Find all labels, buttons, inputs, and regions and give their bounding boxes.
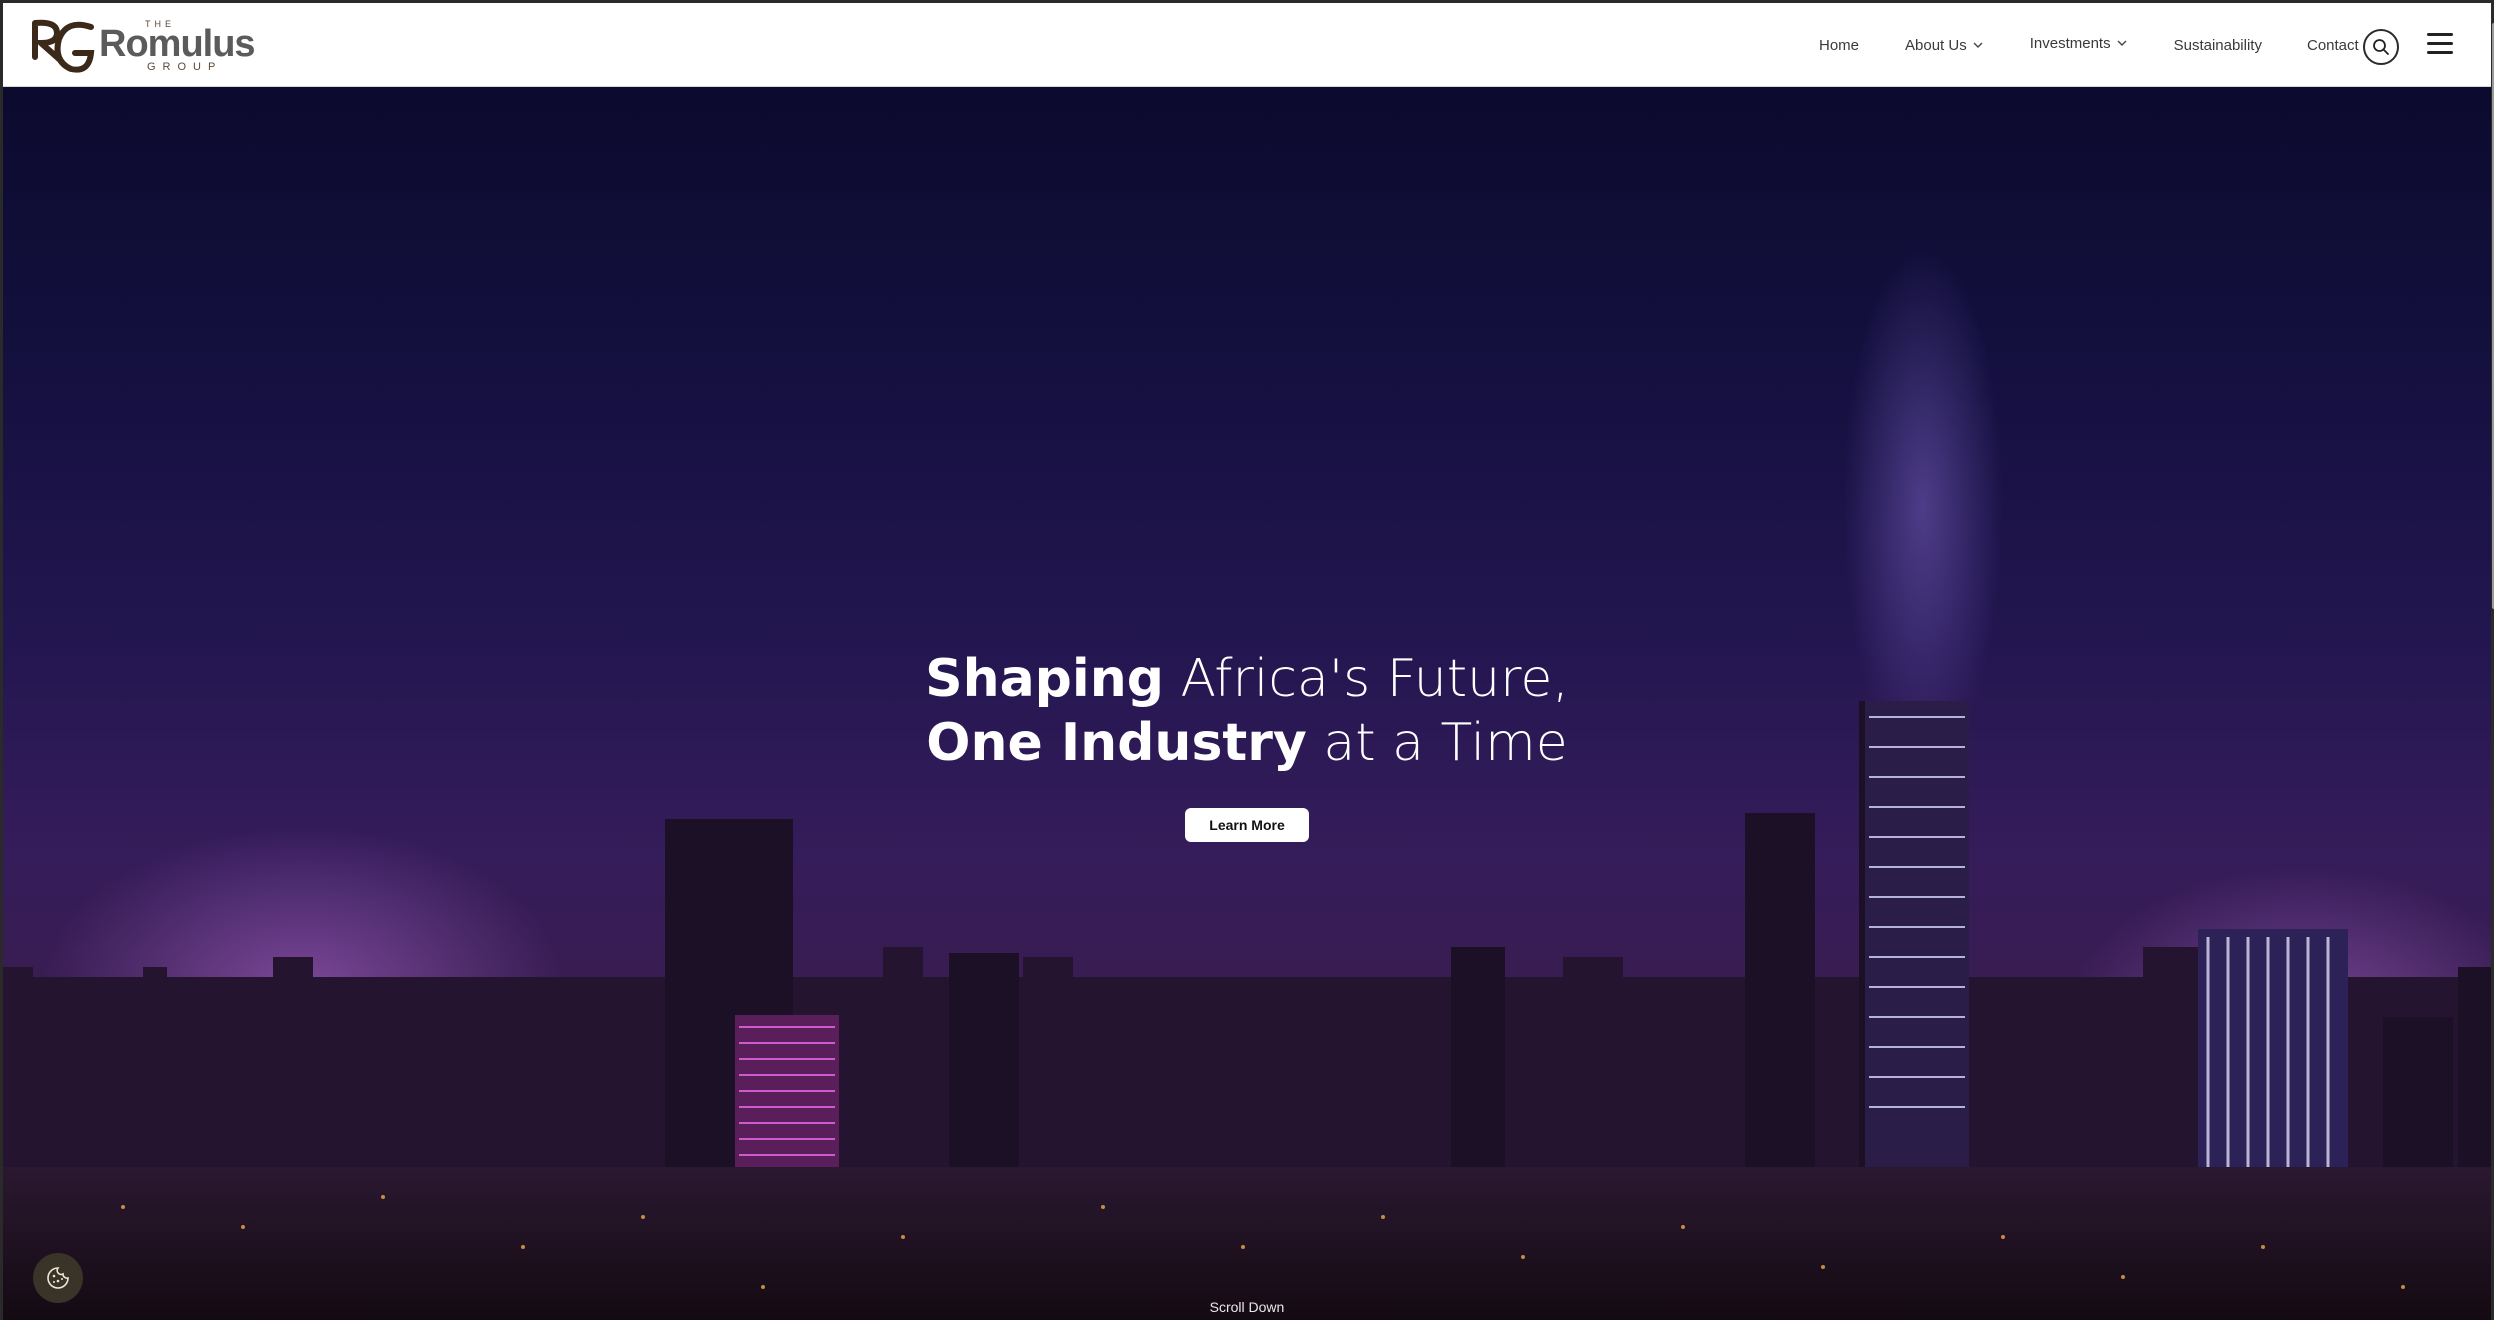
- nav-sustainability[interactable]: Sustainability: [2174, 37, 2262, 54]
- chevron-down-icon: [2117, 40, 2127, 46]
- logo-group: GROUP: [147, 61, 223, 73]
- page: THE Romulus GROUP Home About Us Investme…: [0, 0, 2494, 1320]
- search-icon: [2373, 39, 2389, 55]
- logo[interactable]: THE Romulus GROUP: [31, 17, 256, 75]
- search-button[interactable]: [2363, 29, 2399, 65]
- logo-wordmark: THE Romulus GROUP: [99, 17, 256, 75]
- hero-section: Shaping Africa's Future, One Industry at…: [3, 87, 2491, 1320]
- learn-more-button[interactable]: Learn More: [1185, 808, 1309, 842]
- chevron-down-icon: [1973, 42, 1983, 48]
- nav-contact[interactable]: Contact: [2307, 37, 2359, 54]
- hero-line2-rest: at a Time: [1306, 713, 1568, 773]
- nav-home[interactable]: Home: [1819, 37, 1859, 54]
- hamburger-menu-button[interactable]: [2427, 33, 2453, 57]
- hero-heading: Shaping Africa's Future, One Industry at…: [3, 647, 2491, 775]
- nav-investments[interactable]: Investments: [2030, 35, 2127, 52]
- hero-line1-rest: Africa's Future,: [1163, 649, 1569, 709]
- hamburger-line: [2427, 42, 2453, 45]
- nav-investments-label: Investments: [2029, 34, 2111, 52]
- nav-about-us[interactable]: About Us: [1905, 37, 1983, 54]
- site-header: THE Romulus GROUP Home About Us Investme…: [3, 3, 2491, 87]
- scroll-down-link[interactable]: Scroll Down: [3, 1299, 2491, 1315]
- cookie-icon: [47, 1267, 69, 1289]
- main-nav: Home About Us Investments Sustainability…: [1803, 3, 2359, 87]
- logo-name: Romulus: [99, 23, 256, 65]
- hero-line1-bold: Shaping: [925, 649, 1164, 709]
- hero-line2-bold: One Industry: [926, 713, 1307, 773]
- hamburger-line: [2427, 51, 2453, 54]
- hamburger-menu-icon: [2427, 33, 2453, 36]
- logo-mark-icon: [32, 19, 95, 73]
- cookie-settings-button[interactable]: [33, 1253, 83, 1303]
- nav-about-us-label: About Us: [1905, 36, 1967, 54]
